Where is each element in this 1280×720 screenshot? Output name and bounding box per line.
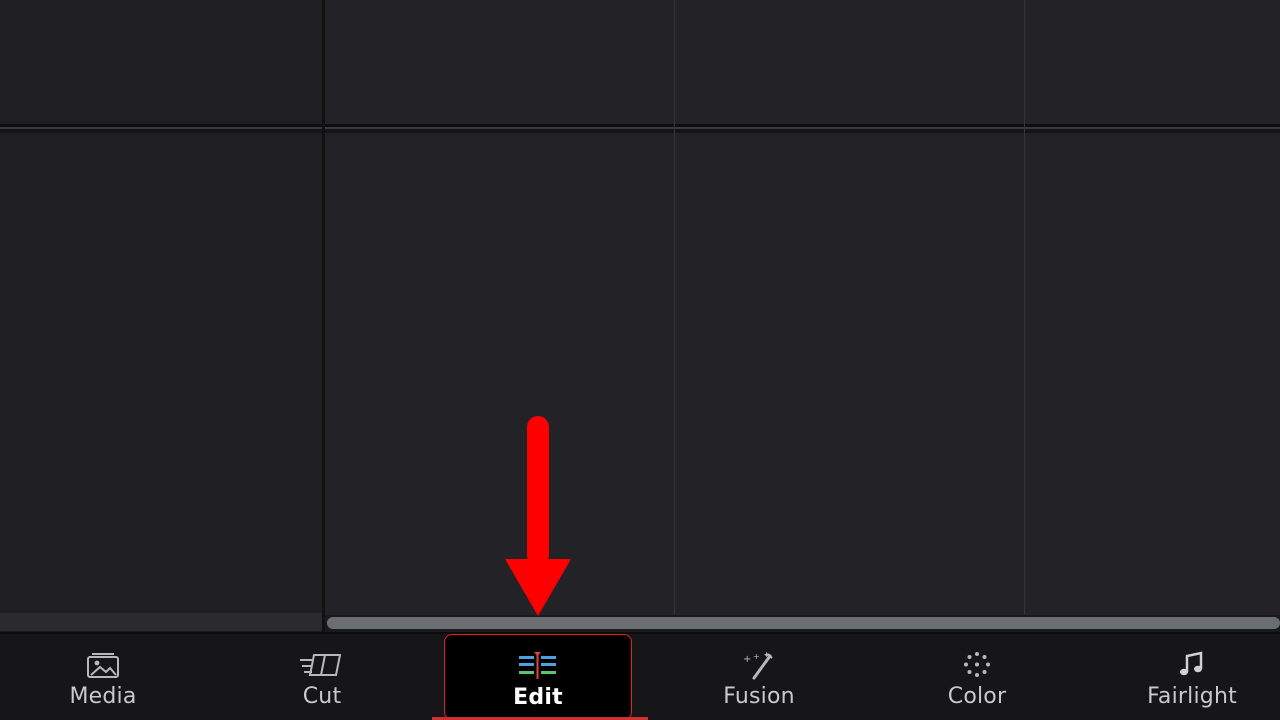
- fairlight-icon: [1177, 650, 1207, 680]
- nav-fairlight[interactable]: Fairlight: [1092, 634, 1280, 720]
- nav-cut-label: Cut: [302, 684, 342, 709]
- nav-media[interactable]: Media: [3, 634, 203, 720]
- page-navigation-bar: Media Cut Edit + + ✦ Fusion Color Fairli…: [0, 632, 1280, 720]
- app-window: Media Cut Edit + + ✦ Fusion Color Fairli…: [0, 0, 1280, 720]
- nav-color-label: Color: [947, 684, 1007, 709]
- svg-text:✦: ✦: [763, 651, 771, 661]
- top-left-panel: [0, 0, 322, 124]
- nav-cut[interactable]: Cut: [222, 634, 422, 720]
- fusion-icon: + + ✦: [741, 650, 777, 680]
- svg-text:+: +: [753, 652, 760, 661]
- left-panel: [0, 133, 322, 613]
- cut-icon: [298, 650, 346, 680]
- nav-edit-label: Edit: [513, 685, 563, 710]
- media-icon: [86, 650, 120, 680]
- nav-media-label: Media: [69, 684, 137, 709]
- nav-fairlight-label: Fairlight: [1147, 684, 1237, 709]
- edit-icon: [516, 651, 560, 681]
- nav-edit[interactable]: Edit: [444, 634, 632, 720]
- nav-fusion[interactable]: + + ✦ Fusion: [659, 634, 859, 720]
- timeline-area[interactable]: [325, 133, 1280, 615]
- grid-line: [674, 0, 675, 614]
- top-right-panel: [324, 0, 1280, 124]
- svg-text:+: +: [743, 654, 751, 665]
- vertical-divider[interactable]: [322, 0, 325, 632]
- color-icon: [960, 650, 994, 680]
- nav-color[interactable]: Color: [877, 634, 1077, 720]
- nav-fusion-label: Fusion: [723, 684, 795, 709]
- annotation-arrow-head: [505, 559, 571, 616]
- grid-line: [1024, 0, 1025, 614]
- left-panel-footer: [0, 613, 322, 631]
- annotation-arrow-shaft: [527, 416, 549, 566]
- horizontal-scrollbar-thumb[interactable]: [327, 617, 1280, 629]
